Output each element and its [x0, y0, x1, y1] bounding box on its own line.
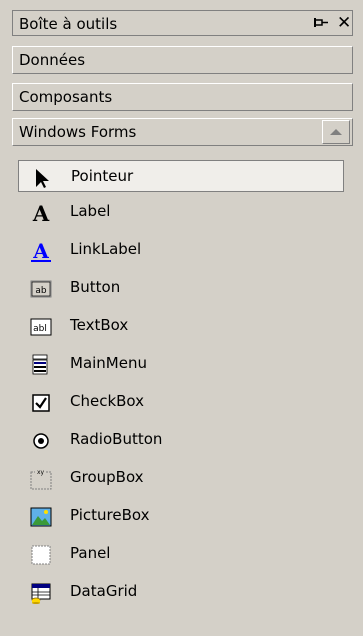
svg-text:abl: abl	[33, 324, 47, 334]
toolbox-item-panel[interactable]: Panel	[18, 538, 344, 570]
textbox-icon: abl	[30, 316, 52, 338]
toolbox-items-panel: Pointeur A Label A LinkLabel ab Button a…	[12, 154, 353, 636]
pin-icon[interactable]	[313, 15, 329, 31]
toolbox-item-textbox[interactable]: abl TextBox	[18, 310, 344, 342]
svg-text:A: A	[32, 202, 50, 224]
toolbox-item-groupbox[interactable]: xy GroupBox	[18, 462, 344, 494]
toolbox-item-datagrid[interactable]: DataGrid	[18, 576, 344, 608]
item-label: Button	[70, 278, 121, 296]
label-icon: A	[30, 201, 52, 226]
toolbox-item-label[interactable]: A Label	[18, 196, 344, 228]
tab-donnees[interactable]: Données	[12, 46, 353, 74]
item-label: MainMenu	[70, 354, 147, 372]
toolbox-title: Boîte à outils	[19, 15, 118, 33]
svg-text:ab: ab	[35, 286, 47, 296]
toolbox-item-radiobutton[interactable]: RadioButton	[18, 424, 344, 456]
toolbox-item-button[interactable]: ab Button	[18, 272, 344, 304]
panel-icon	[30, 544, 52, 566]
toolbox-item-mainmenu[interactable]: MainMenu	[18, 348, 344, 380]
item-label: GroupBox	[70, 468, 144, 486]
svg-text:xy: xy	[37, 469, 45, 476]
button-icon: ab	[30, 278, 52, 300]
toolbox-title-bar: Boîte à outils ✕	[12, 10, 353, 36]
checkbox-icon	[30, 392, 52, 414]
groupbox-icon: xy	[30, 468, 52, 490]
tab-label: Composants	[19, 88, 113, 106]
item-label: LinkLabel	[70, 240, 142, 258]
toolbox-item-pointeur[interactable]: Pointeur	[18, 160, 344, 192]
toolbox-item-linklabel[interactable]: A LinkLabel	[18, 234, 344, 266]
scroll-up-button[interactable]	[322, 120, 350, 144]
item-label: Label	[70, 202, 111, 220]
radiobutton-icon	[30, 430, 52, 452]
item-label: CheckBox	[70, 392, 145, 410]
picturebox-icon	[30, 506, 52, 528]
mainmenu-icon	[30, 354, 52, 376]
item-label: PictureBox	[70, 506, 150, 524]
pointer-icon	[31, 167, 53, 189]
item-label: TextBox	[70, 316, 129, 334]
tab-windows-forms[interactable]: Windows Forms	[12, 118, 353, 146]
item-label: RadioButton	[70, 430, 163, 448]
close-icon[interactable]: ✕	[337, 13, 351, 33]
tab-composants[interactable]: Composants	[12, 83, 353, 111]
datagrid-icon	[30, 582, 52, 604]
linklabel-icon: A	[30, 239, 52, 263]
tab-label: Données	[19, 51, 86, 69]
item-label: DataGrid	[70, 582, 138, 600]
item-label: Panel	[70, 544, 111, 562]
toolbox-item-picturebox[interactable]: PictureBox	[18, 500, 344, 532]
toolbox-item-checkbox[interactable]: CheckBox	[18, 386, 344, 418]
item-label: Pointeur	[71, 167, 134, 185]
tab-label: Windows Forms	[19, 123, 137, 141]
chevron-up-icon	[330, 129, 342, 135]
svg-text:A: A	[32, 240, 49, 262]
